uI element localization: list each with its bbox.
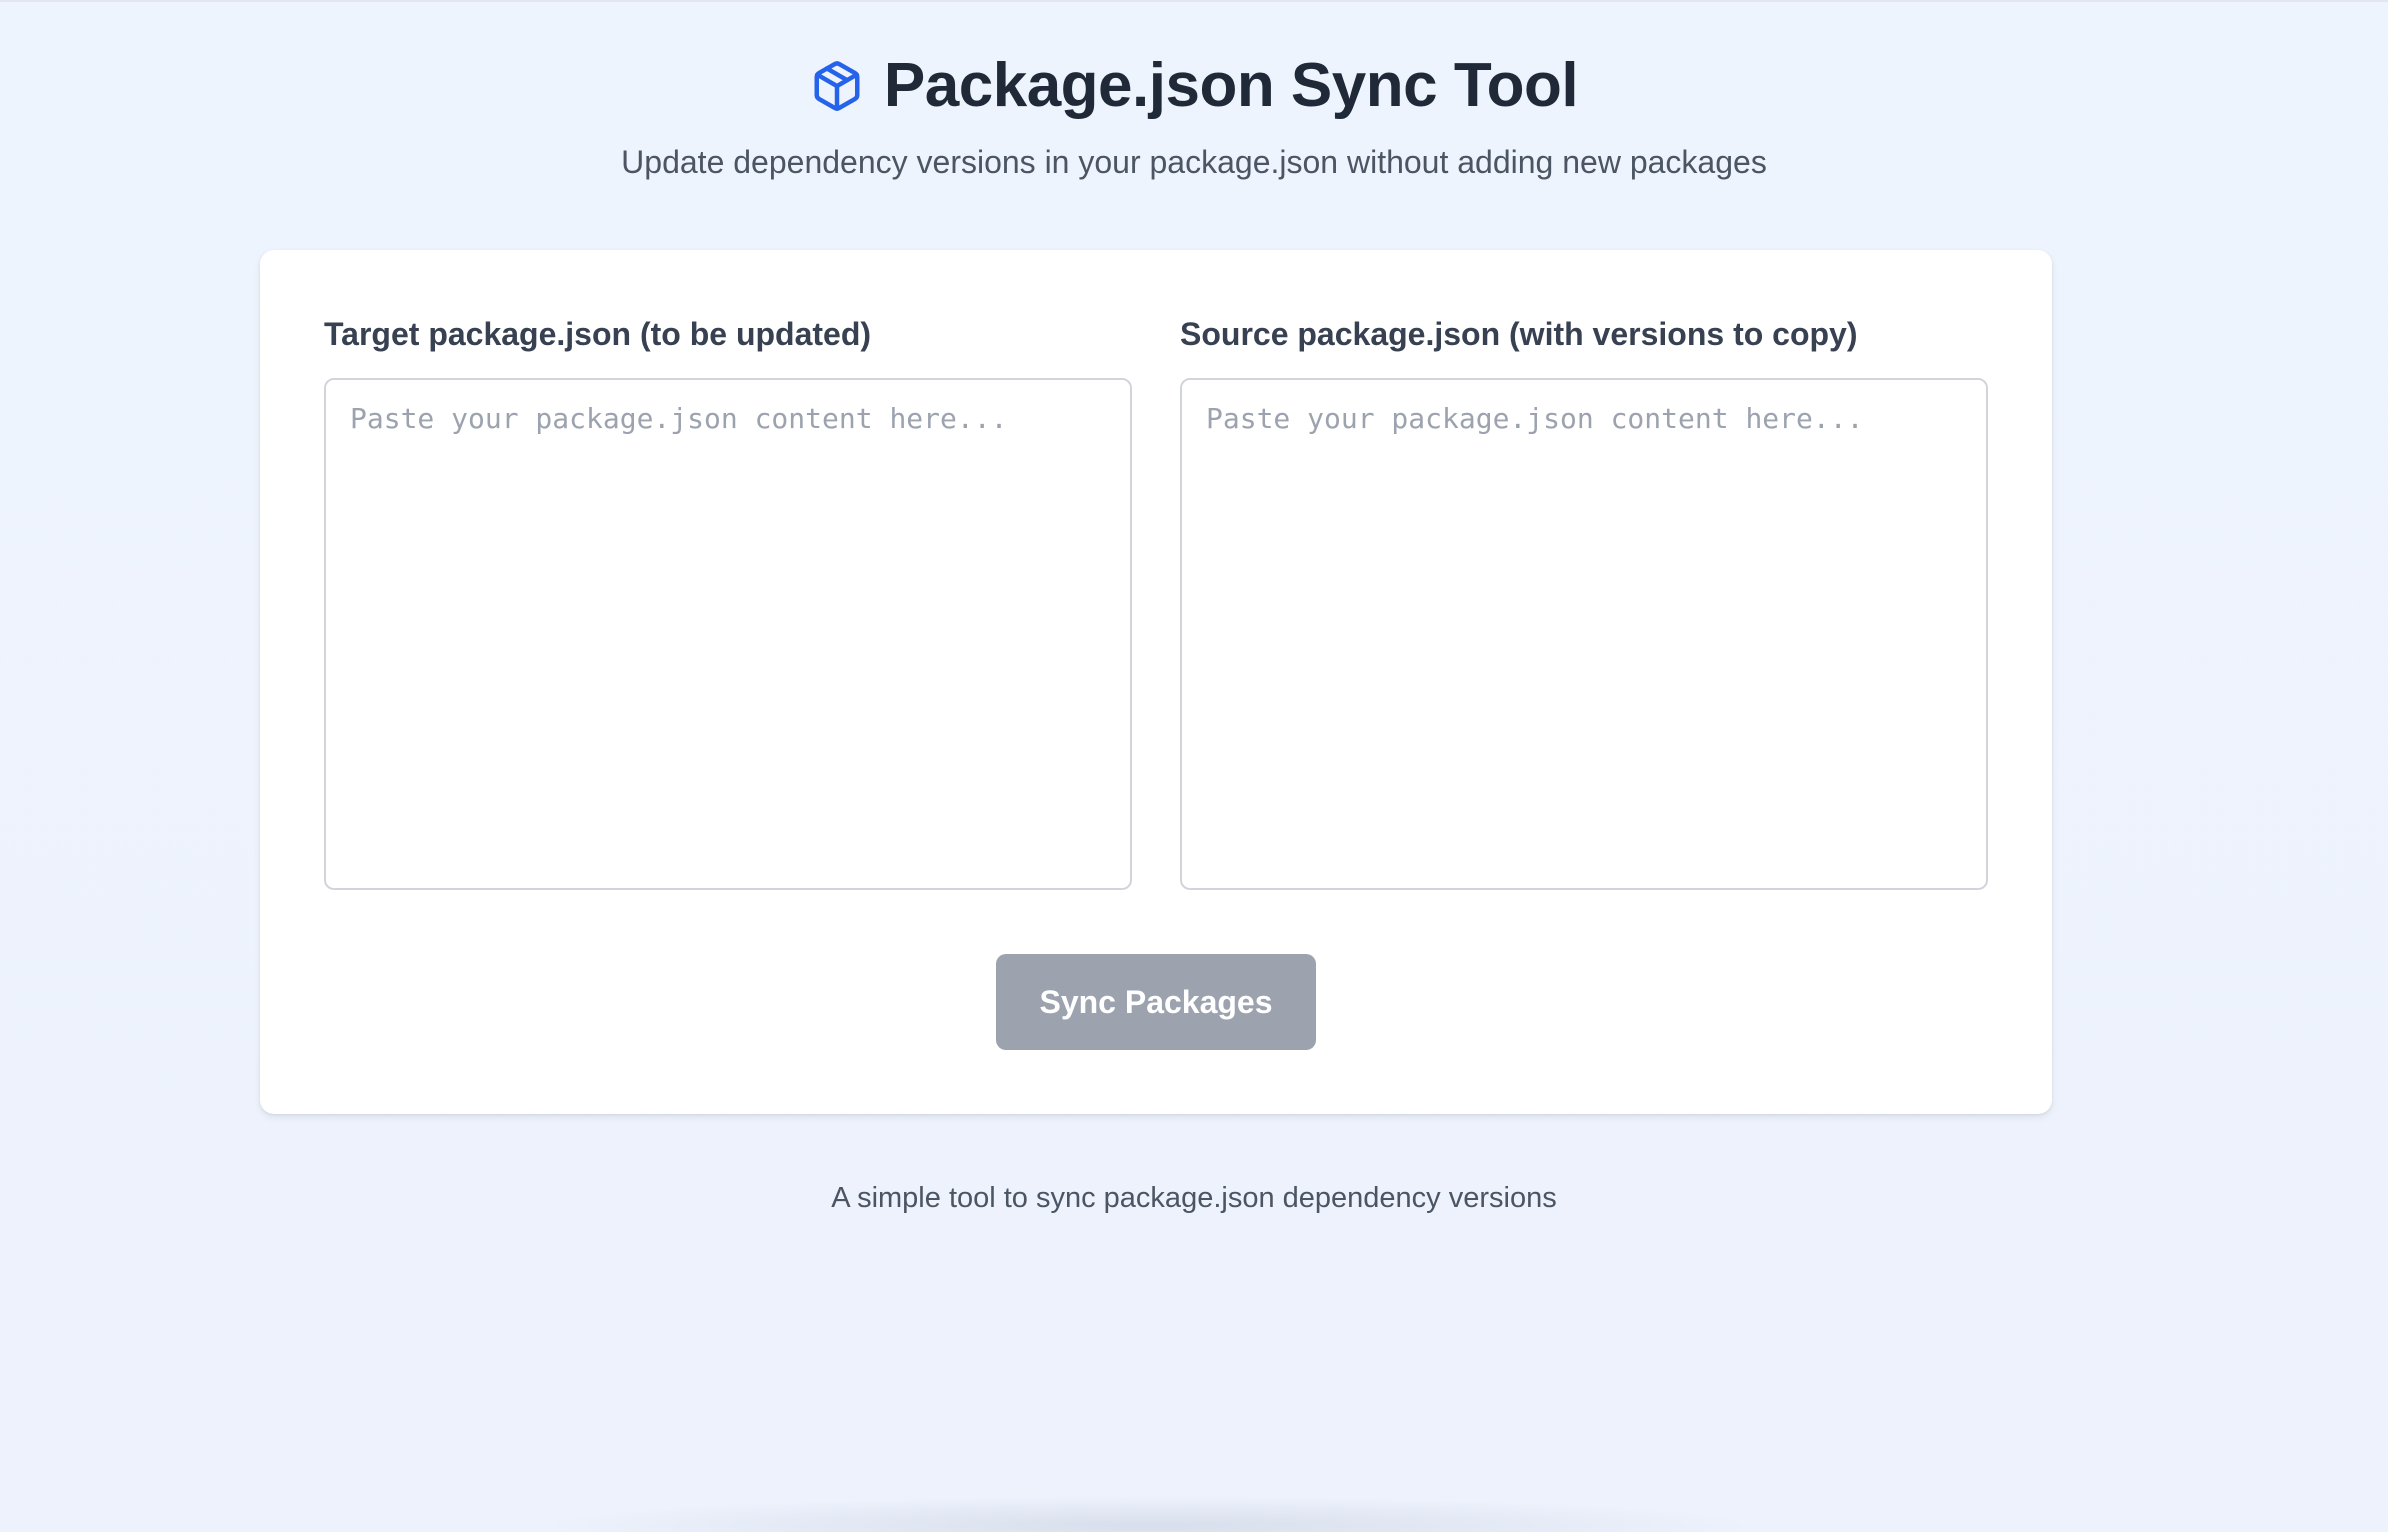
sync-packages-button[interactable]: Sync Packages — [996, 954, 1316, 1050]
package-icon — [810, 59, 864, 113]
page-title: Package.json Sync Tool — [883, 51, 1579, 120]
footer-text: A simple tool to sync package.json depen… — [831, 1182, 1557, 1214]
target-panel: Target package.json (to be updated) — [324, 314, 1132, 890]
target-package-json-input[interactable] — [324, 378, 1132, 890]
target-label: Target package.json (to be updated) — [324, 316, 872, 352]
title-row: Package.json Sync Tool — [0, 50, 2388, 122]
page-subtitle: Update dependency versions in your packa… — [621, 144, 1767, 180]
bottom-shadow — [540, 1496, 1760, 1532]
top-border — [0, 0, 2388, 2]
sync-form-card: Target package.json (to be updated) Sour… — [260, 250, 2052, 1114]
source-package-json-input[interactable] — [1180, 378, 1988, 890]
source-label: Source package.json (with versions to co… — [1180, 316, 1858, 352]
source-panel: Source package.json (with versions to co… — [1180, 314, 1988, 890]
